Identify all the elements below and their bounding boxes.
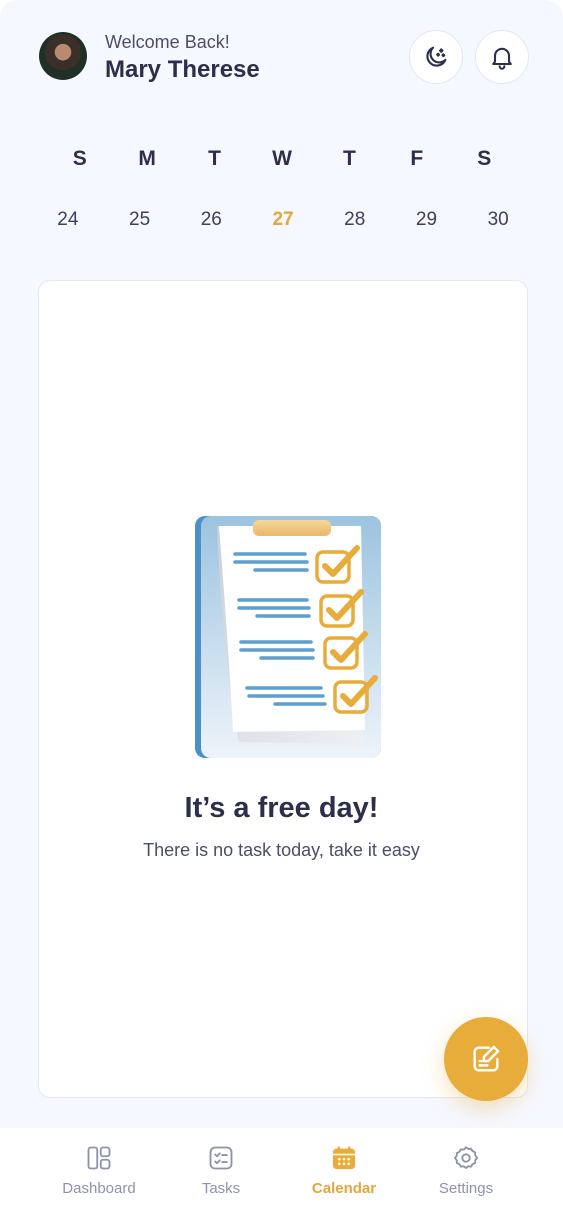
notifications-button[interactable] [475, 30, 529, 84]
avatar[interactable] [39, 32, 87, 80]
settings-icon [453, 1146, 479, 1169]
header: Welcome Back! Mary Therese [0, 0, 563, 120]
nav-item-calendar[interactable]: Calendar [284, 1144, 404, 1197]
nav-item-tasks[interactable]: Tasks [161, 1144, 281, 1197]
tasks-icon [209, 1146, 233, 1170]
weekday-label: T [208, 147, 221, 170]
nav-item-dashboard[interactable]: Dashboard [39, 1144, 159, 1197]
calendar-icon [332, 1146, 356, 1170]
nav-label-dashboard: Dashboard [62, 1180, 136, 1197]
empty-state-subtitle: There is no task today, take it easy [143, 840, 420, 860]
weekday-label: W [272, 147, 292, 170]
weekday-row: S M T W T F S [46, 147, 518, 171]
moon-stars-icon [426, 46, 447, 67]
add-task-button[interactable] [444, 1017, 528, 1101]
theme-toggle-button[interactable] [409, 30, 463, 84]
edit-note-icon [473, 1045, 500, 1072]
date-cell[interactable]: 24 [32, 209, 104, 231]
date-cell[interactable]: 26 [175, 209, 247, 231]
date-row: 24 25 26 27 28 29 30 [32, 209, 534, 231]
bottom-navigation: Dashboard Tasks Calendar Settings [0, 1128, 563, 1218]
nav-label-calendar: Calendar [311, 1180, 377, 1197]
nav-label-tasks: Tasks [201, 1180, 241, 1197]
dashboard-icon [87, 1146, 111, 1170]
nav-label-settings: Settings [438, 1180, 494, 1197]
date-cell[interactable]: 30 [462, 209, 534, 231]
weekday-label: S [72, 147, 87, 170]
weekday-label: S [477, 147, 492, 170]
weekday-label: M [138, 147, 156, 170]
date-cell[interactable]: 28 [319, 209, 391, 231]
bell-icon [492, 47, 512, 70]
empty-state-title: It’s a free day! [184, 792, 379, 824]
weekday-label: T [342, 147, 356, 170]
date-cell-selected[interactable]: 27 [247, 209, 319, 231]
nav-item-settings[interactable]: Settings [406, 1144, 526, 1197]
welcome-text: Welcome Back! [105, 32, 230, 52]
user-name: Mary Therese [105, 56, 260, 83]
clipboard-illustration [195, 516, 381, 758]
date-cell[interactable]: 29 [391, 209, 463, 231]
app-screen: Welcome Back! Mary Therese S M T W T F S… [0, 0, 563, 1218]
weekday-label: F [410, 147, 424, 170]
date-cell[interactable]: 25 [104, 209, 176, 231]
